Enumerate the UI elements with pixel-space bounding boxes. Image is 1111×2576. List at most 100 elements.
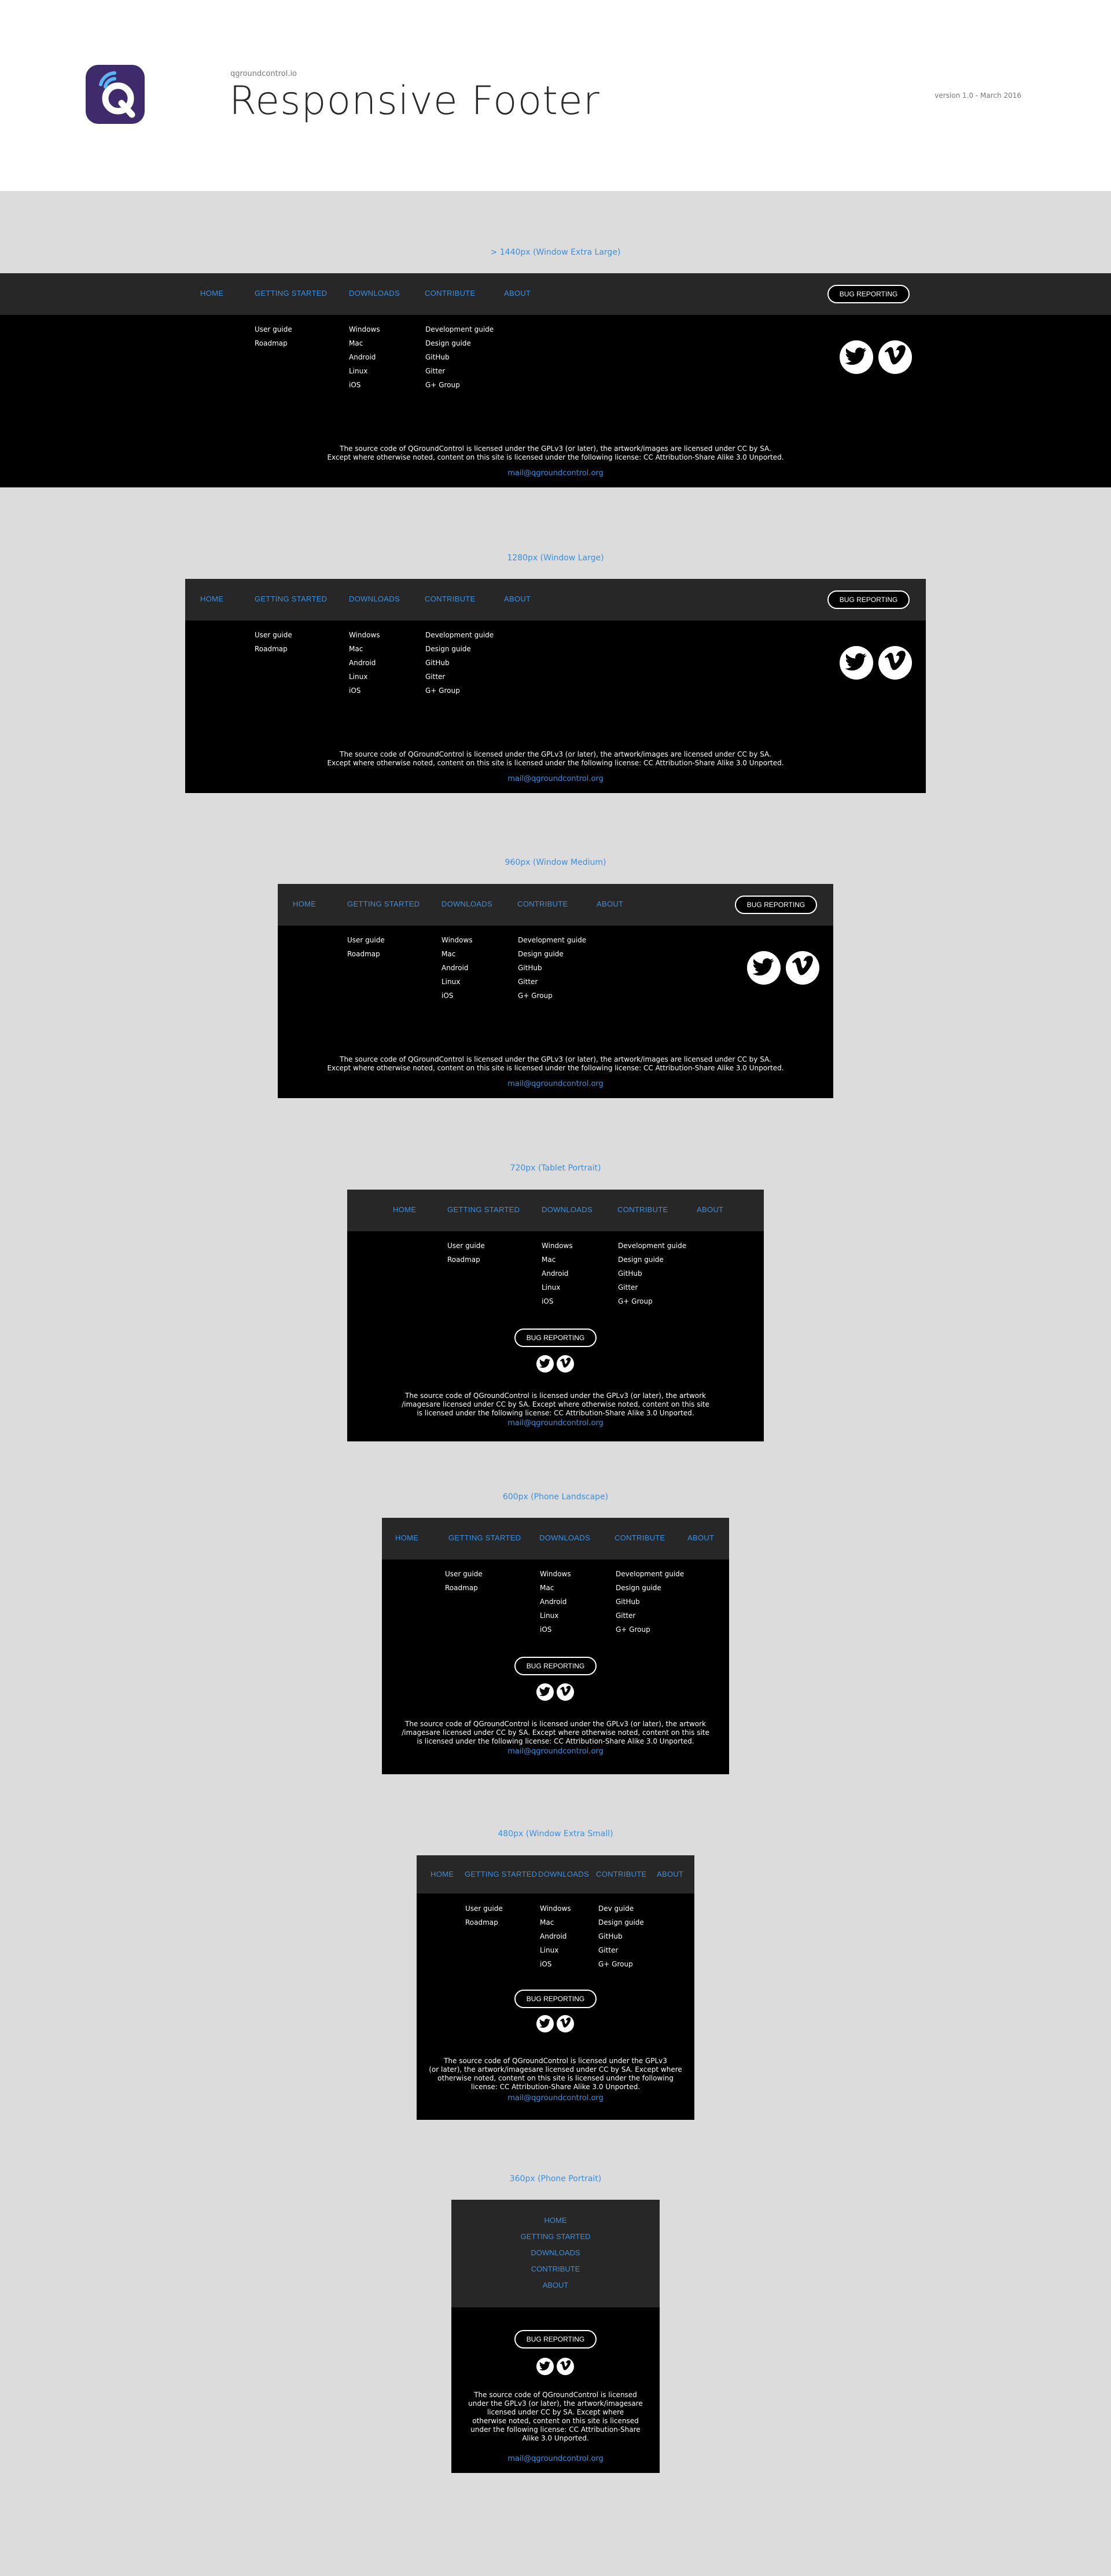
nav-link-downloads[interactable]: DOWNLOADS bbox=[451, 2248, 660, 2257]
vimeo-icon[interactable] bbox=[557, 1683, 574, 1701]
nav-link-getting-started[interactable]: GETTING STARTED bbox=[255, 289, 327, 298]
downloads-column-link[interactable]: Windows bbox=[349, 322, 380, 336]
contribute-column-link[interactable]: Development guide bbox=[425, 322, 494, 336]
twitter-icon[interactable] bbox=[536, 2358, 554, 2375]
nav-link-home[interactable]: HOME bbox=[200, 595, 223, 603]
contact-email-link[interactable]: mail@qgroundcontrol.org bbox=[382, 1747, 729, 1756]
downloads-column-link[interactable]: Android bbox=[442, 961, 473, 975]
downloads-column-link[interactable]: Mac bbox=[349, 336, 380, 350]
downloads-column-link[interactable]: iOS bbox=[540, 1623, 571, 1636]
contribute-column-link[interactable]: GitHub bbox=[425, 656, 494, 670]
nav-link-about[interactable]: ABOUT bbox=[597, 900, 623, 908]
nav-link-about[interactable]: ABOUT bbox=[697, 1205, 723, 1214]
getting-started-column-link[interactable]: User guide bbox=[445, 1567, 483, 1581]
twitter-icon[interactable] bbox=[536, 1355, 554, 1373]
contribute-column-link[interactable]: Design guide bbox=[616, 1581, 684, 1595]
nav-link-home[interactable]: HOME bbox=[200, 289, 223, 298]
downloads-column-link[interactable]: iOS bbox=[349, 684, 380, 698]
contribute-column-link[interactable]: Gitter bbox=[518, 975, 586, 989]
nav-link-getting-started[interactable]: GETTING STARTED bbox=[465, 1870, 537, 1878]
twitter-icon[interactable] bbox=[840, 340, 873, 374]
contribute-column-link[interactable]: Development guide bbox=[618, 1239, 686, 1253]
contribute-column-link[interactable]: Gitter bbox=[425, 364, 494, 378]
downloads-column-link[interactable]: iOS bbox=[542, 1294, 573, 1308]
downloads-column-link[interactable]: Mac bbox=[540, 1581, 571, 1595]
contribute-column-link[interactable]: GitHub bbox=[616, 1595, 684, 1609]
nav-link-getting-started[interactable]: GETTING STARTED bbox=[255, 595, 327, 603]
nav-link-getting-started[interactable]: GETTING STARTED bbox=[448, 1533, 521, 1542]
contribute-column-link[interactable]: G+ Group bbox=[518, 989, 586, 1003]
getting-started-column-link[interactable]: Roadmap bbox=[447, 1253, 485, 1267]
bug-reporting-button[interactable]: BUG REPORTING bbox=[514, 2330, 597, 2349]
bug-reporting-button[interactable]: BUG REPORTING bbox=[514, 1990, 597, 2008]
nav-link-downloads[interactable]: DOWNLOADS bbox=[542, 1205, 593, 1214]
bug-reporting-button[interactable]: BUG REPORTING bbox=[735, 896, 817, 914]
nav-link-about[interactable]: ABOUT bbox=[687, 1533, 714, 1542]
getting-started-column-link[interactable]: User guide bbox=[255, 628, 292, 642]
contribute-column-link[interactable]: Development guide bbox=[518, 933, 586, 947]
contribute-column-link[interactable]: G+ Group bbox=[616, 1623, 684, 1636]
contact-email-link[interactable]: mail@qgroundcontrol.org bbox=[278, 1080, 833, 1088]
getting-started-column-link[interactable]: User guide bbox=[347, 933, 385, 947]
nav-link-contribute[interactable]: CONTRIBUTE bbox=[425, 595, 476, 603]
downloads-column-link[interactable]: Windows bbox=[442, 933, 473, 947]
downloads-column-link[interactable]: iOS bbox=[442, 989, 473, 1003]
nav-link-home[interactable]: HOME bbox=[393, 1205, 416, 1214]
vimeo-icon[interactable] bbox=[878, 646, 912, 680]
contribute-column-link[interactable]: G+ Group bbox=[425, 684, 494, 698]
nav-link-downloads[interactable]: DOWNLOADS bbox=[349, 595, 400, 603]
contribute-column-link[interactable]: G+ Group bbox=[618, 1294, 686, 1308]
contribute-column-link[interactable]: Development guide bbox=[616, 1567, 684, 1581]
downloads-column-link[interactable]: Mac bbox=[542, 1253, 573, 1267]
downloads-column-link[interactable]: Android bbox=[540, 1929, 571, 1943]
contribute-column-link[interactable]: GitHub bbox=[618, 1267, 686, 1280]
nav-link-home[interactable]: HOME bbox=[431, 1870, 454, 1878]
downloads-column-link[interactable]: Android bbox=[540, 1595, 571, 1609]
contact-email-link[interactable]: mail@qgroundcontrol.org bbox=[347, 1419, 764, 1428]
contribute-column-link[interactable]: Design guide bbox=[425, 336, 494, 350]
nav-link-about[interactable]: ABOUT bbox=[657, 1870, 683, 1878]
contribute-column-link[interactable]: G+ Group bbox=[598, 1957, 644, 1971]
nav-link-getting-started[interactable]: GETTING STARTED bbox=[451, 2232, 660, 2241]
getting-started-column-link[interactable]: User guide bbox=[255, 322, 292, 336]
downloads-column-link[interactable]: Linux bbox=[349, 364, 380, 378]
contact-email-link[interactable]: mail@qgroundcontrol.org bbox=[185, 775, 926, 783]
bug-reporting-button[interactable]: BUG REPORTING bbox=[514, 1329, 597, 1347]
vimeo-icon[interactable] bbox=[786, 951, 819, 985]
getting-started-column-link[interactable]: Roadmap bbox=[255, 336, 292, 350]
contribute-column-link[interactable]: Development guide bbox=[425, 628, 494, 642]
downloads-column-link[interactable]: Mac bbox=[349, 642, 380, 656]
nav-link-getting-started[interactable]: GETTING STARTED bbox=[347, 900, 420, 908]
twitter-icon[interactable] bbox=[747, 951, 781, 985]
nav-link-contribute[interactable]: CONTRIBUTE bbox=[615, 1533, 665, 1542]
nav-link-getting-started[interactable]: GETTING STARTED bbox=[447, 1205, 520, 1214]
twitter-icon[interactable] bbox=[536, 1683, 554, 1701]
vimeo-icon[interactable] bbox=[878, 340, 912, 374]
contribute-column-link[interactable]: Design guide bbox=[598, 1916, 644, 1929]
downloads-column-link[interactable]: Linux bbox=[540, 1943, 571, 1957]
contribute-column-link[interactable]: Design guide bbox=[425, 642, 494, 656]
downloads-column-link[interactable]: Linux bbox=[542, 1280, 573, 1294]
getting-started-column-link[interactable]: User guide bbox=[465, 1902, 503, 1916]
downloads-column-link[interactable]: Windows bbox=[349, 628, 380, 642]
contribute-column-link[interactable]: Gitter bbox=[598, 1943, 644, 1957]
nav-link-home[interactable]: HOME bbox=[451, 2216, 660, 2225]
contribute-column-link[interactable]: G+ Group bbox=[425, 378, 494, 392]
downloads-column-link[interactable]: Android bbox=[349, 350, 380, 364]
contribute-column-link[interactable]: Gitter bbox=[616, 1609, 684, 1623]
nav-link-downloads[interactable]: DOWNLOADS bbox=[539, 1533, 590, 1542]
bug-reporting-button[interactable]: BUG REPORTING bbox=[827, 590, 910, 609]
downloads-column-link[interactable]: iOS bbox=[540, 1957, 571, 1971]
nav-link-home[interactable]: HOME bbox=[293, 900, 316, 908]
downloads-column-link[interactable]: Android bbox=[542, 1267, 573, 1280]
getting-started-column-link[interactable]: Roadmap bbox=[465, 1916, 503, 1929]
downloads-column-link[interactable]: Android bbox=[349, 656, 380, 670]
contribute-column-link[interactable]: Dev guide bbox=[598, 1902, 644, 1916]
downloads-column-link[interactable]: Windows bbox=[542, 1239, 573, 1253]
nav-link-downloads[interactable]: DOWNLOADS bbox=[538, 1870, 589, 1878]
getting-started-column-link[interactable]: User guide bbox=[447, 1239, 485, 1253]
nav-link-contribute[interactable]: CONTRIBUTE bbox=[617, 1205, 668, 1214]
downloads-column-link[interactable]: Windows bbox=[540, 1567, 571, 1581]
nav-link-contribute[interactable]: CONTRIBUTE bbox=[517, 900, 568, 908]
contribute-column-link[interactable]: GitHub bbox=[598, 1929, 644, 1943]
